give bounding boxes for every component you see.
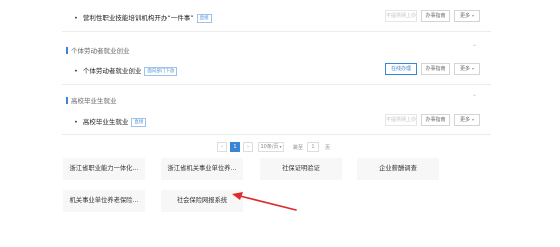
annotation-arrow-icon bbox=[232, 192, 297, 211]
